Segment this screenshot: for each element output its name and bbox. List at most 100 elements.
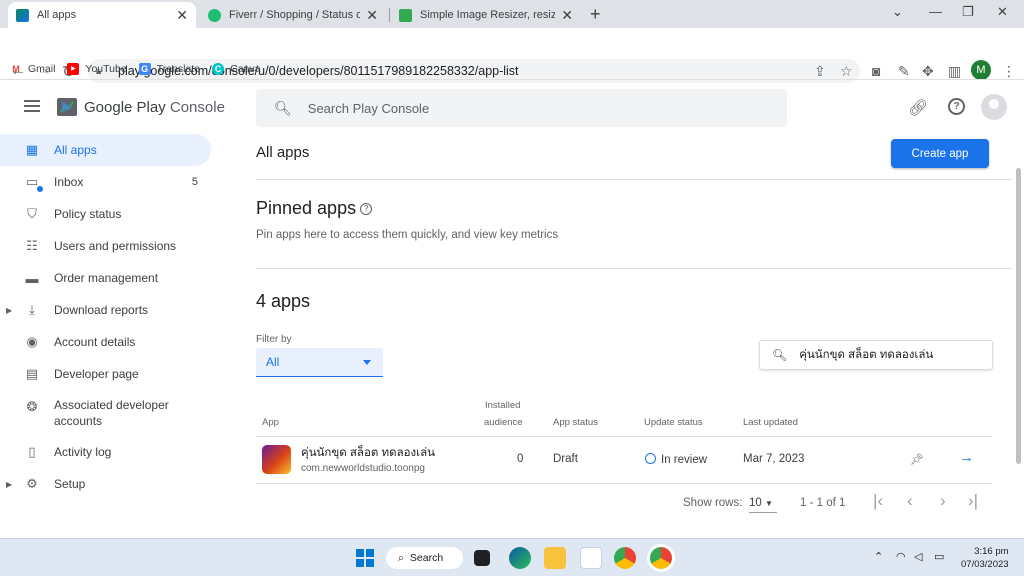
- gmail-icon: M: [12, 63, 20, 74]
- volume-icon[interactable]: ◁: [914, 550, 922, 563]
- bookmark-gmail[interactable]: M Gmail: [10, 63, 55, 75]
- create-app-button[interactable]: Create app: [891, 139, 989, 168]
- help-circle-icon[interactable]: ?: [360, 203, 373, 216]
- sidebar-item-inbox[interactable]: ▭ Inbox 5: [0, 166, 216, 198]
- arrow-right-icon[interactable]: →: [959, 449, 974, 466]
- divider: [256, 268, 1012, 269]
- column-header-installed-sub[interactable]: audience: [484, 417, 523, 428]
- user-avatar[interactable]: [981, 94, 1007, 120]
- sidebar-item-associated-accounts[interactable]: ❂ Associated developer accounts: [0, 390, 216, 436]
- windows-start-icon[interactable]: [354, 547, 376, 569]
- task-view-icon[interactable]: [474, 550, 490, 566]
- search-icon: ⌕: [398, 551, 404, 564]
- chrome-profile-icon[interactable]: [650, 547, 672, 569]
- column-header-update-status[interactable]: Update status: [644, 417, 703, 428]
- restore-icon[interactable]: ❐: [962, 4, 974, 20]
- tab-fiverr[interactable]: Fiverr / Shopping / Status of your ✕: [200, 2, 386, 28]
- column-header-last-updated[interactable]: Last updated: [743, 417, 798, 428]
- tab-image-resizer[interactable]: Simple Image Resizer, resize onli ✕: [391, 2, 581, 28]
- fiverr-favicon-icon: [208, 8, 221, 22]
- bookmark-label: YouTube: [85, 62, 127, 75]
- chrome-icon[interactable]: [614, 547, 636, 569]
- close-window-icon[interactable]: ✕: [997, 4, 1008, 20]
- help-icon[interactable]: ?: [948, 98, 965, 115]
- tab-search-icon[interactable]: ⌄: [892, 4, 903, 20]
- tab-all-apps[interactable]: All apps ✕: [8, 2, 196, 28]
- last-page-icon[interactable]: ›|: [968, 491, 978, 511]
- address-toolbar: ← → ↻ 🔒︎ play.google.com/console/u/0/dev…: [0, 28, 1024, 83]
- file-explorer-icon[interactable]: [544, 547, 566, 569]
- next-page-icon[interactable]: ›: [940, 491, 946, 511]
- app-package: com.newworldstudio.toonpg: [301, 463, 425, 474]
- wifi-icon[interactable]: ◠: [896, 550, 906, 563]
- unread-dot: [37, 186, 43, 192]
- sidebar-item-developer-page[interactable]: ▤ Developer page: [0, 358, 216, 390]
- previous-page-icon[interactable]: ‹: [907, 491, 913, 511]
- update-status: In review: [645, 453, 707, 466]
- sidebar-item-label: Users and permissions: [54, 239, 177, 253]
- tab-title: Simple Image Resizer, resize onli: [420, 9, 556, 21]
- sidebar-item-all-apps[interactable]: ▦ All apps: [0, 134, 211, 166]
- bookmark-label: Translate: [156, 62, 201, 75]
- inbox-count: 5: [191, 176, 198, 188]
- search-icon: 🔍︎: [274, 99, 292, 116]
- filter-label: Filter by: [256, 334, 292, 345]
- grid-icon: ▦: [25, 142, 39, 157]
- new-tab-button[interactable]: +: [590, 4, 601, 25]
- close-tab-icon[interactable]: ✕: [176, 7, 188, 24]
- logo-text: Google Play Console: [84, 98, 225, 116]
- bookmark-youtube[interactable]: ▶ YouTube: [67, 62, 127, 75]
- expand-caret-icon[interactable]: ▶: [6, 480, 12, 489]
- sidebar-item-account-details[interactable]: ◉ Account details: [0, 326, 216, 358]
- sidebar-nav: ▦ All apps ▭ Inbox 5 ⛉ Policy status ☷ U…: [0, 134, 216, 500]
- sidebar-item-activity-log[interactable]: ▯ Activity log: [0, 436, 216, 468]
- page-scrollbar[interactable]: [1016, 168, 1021, 464]
- sidebar-item-order-management[interactable]: ▬ Order management: [0, 262, 216, 294]
- battery-icon[interactable]: ▭: [934, 550, 944, 563]
- play-console-logo-icon: [57, 98, 77, 116]
- expand-caret-icon[interactable]: ▶: [6, 306, 12, 315]
- table-row[interactable]: คุ่นนักขุด สล็อต ทดลองเล่น com.newworlds…: [256, 436, 992, 484]
- linked-accounts-icon: ❂: [26, 399, 38, 414]
- sidebar-item-label: Account details: [54, 335, 136, 349]
- bookmark-translate[interactable]: G Translate: [138, 62, 201, 75]
- system-clock[interactable]: 3:16 pm 07/03/2023: [961, 545, 1009, 571]
- column-header-app[interactable]: App: [262, 417, 279, 428]
- sidebar-item-download-reports[interactable]: ▶ ⤓ Download reports: [0, 294, 216, 326]
- store-icon[interactable]: [580, 547, 602, 569]
- edge-icon[interactable]: [509, 547, 531, 569]
- app-icon: [262, 445, 291, 474]
- filter-value: All: [266, 355, 280, 369]
- bookmark-canva[interactable]: C Canva: [212, 62, 260, 75]
- sidebar-item-policy-status[interactable]: ⛉ Policy status: [0, 198, 216, 230]
- app-search-input[interactable]: 🔍︎ คุ่นนักขุด สล็อต ทดลองเล่น: [759, 340, 993, 370]
- search-play-console-input[interactable]: 🔍︎ Search Play Console: [256, 89, 787, 127]
- close-tab-icon[interactable]: ✕: [366, 7, 378, 24]
- dropdown-arrow-icon: [363, 360, 371, 365]
- first-page-icon[interactable]: |‹: [873, 491, 883, 511]
- filter-dropdown[interactable]: All: [256, 348, 383, 377]
- tray-chevron-icon[interactable]: ⌃: [874, 550, 883, 563]
- clock-time: 3:16 pm: [974, 546, 1009, 557]
- app-status: Draft: [553, 453, 578, 465]
- sidebar-item-users-permissions[interactable]: ☷ Users and permissions: [0, 230, 216, 262]
- bookmarks-bar: M Gmail ▶ YouTube G Translate C Canva: [0, 58, 1024, 80]
- sidebar-item-setup[interactable]: ▶ ⚙ Setup: [0, 468, 216, 500]
- pin-icon[interactable]: 📌︎: [910, 453, 924, 466]
- column-header-app-status[interactable]: App status: [553, 417, 598, 428]
- play-console-logo[interactable]: Google Play Console: [56, 96, 225, 118]
- card-icon: ▬: [25, 270, 39, 286]
- taskbar-search[interactable]: ⌕ Search: [386, 547, 463, 569]
- installed-audience: 0: [517, 453, 524, 465]
- minimize-icon[interactable]: —: [929, 4, 942, 19]
- sidebar-item-label: Order management: [54, 271, 159, 285]
- app-search-value: คุ่นนักขุด สล็อต ทดลองเล่น: [799, 349, 934, 361]
- tab-title: Fiverr / Shopping / Status of your: [229, 9, 361, 21]
- column-header-installed[interactable]: Installed: [485, 400, 520, 411]
- hamburger-menu-icon[interactable]: [24, 100, 40, 114]
- users-icon: ☷: [26, 238, 38, 253]
- close-tab-icon[interactable]: ✕: [561, 7, 573, 24]
- link-icon[interactable]: 🔗︎: [908, 98, 928, 118]
- page-icon: ▤: [25, 366, 39, 381]
- rows-per-page-select[interactable]: 10 ▼: [749, 497, 777, 513]
